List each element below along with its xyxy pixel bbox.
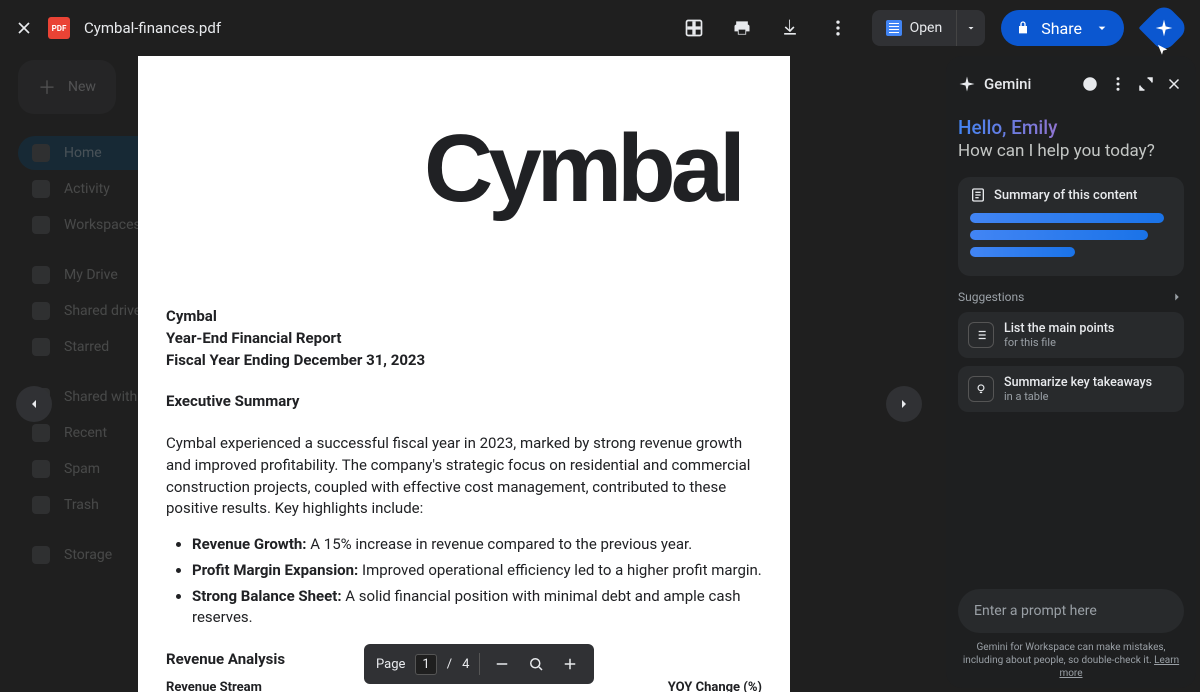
loading-bars <box>970 213 1172 257</box>
insight-icon <box>968 376 994 402</box>
prompt-input[interactable]: Enter a prompt here <box>958 589 1184 633</box>
document-logo: Cymbal <box>424 114 762 224</box>
gemini-side-panel: Gemini Hello, Emily How can I help you t… <box>946 56 1196 688</box>
page-slash: / <box>447 657 452 672</box>
doc-company: Cymbal <box>166 306 762 328</box>
list-item: Profit Margin Expansion: Improved operat… <box>192 560 762 582</box>
summary-title: Summary of this content <box>994 188 1137 203</box>
suggestion-title: List the main points <box>1004 321 1114 336</box>
suggestion-item[interactable]: List the main points for this file <box>958 312 1184 358</box>
gemini-toggle-button[interactable] <box>1139 3 1190 54</box>
page-current-input[interactable]: 1 <box>415 654 436 675</box>
file-name: Cymbal-finances.pdf <box>84 19 221 37</box>
pdf-viewer: Cymbal Cymbal Year-End Financial Report … <box>0 56 950 692</box>
open-dropdown-icon[interactable] <box>957 22 985 34</box>
summary-icon <box>970 187 986 203</box>
close-panel-icon[interactable] <box>1164 74 1184 94</box>
suggestion-item[interactable]: Summarize key takeaways in a table <box>958 366 1184 412</box>
share-label: Share <box>1041 19 1082 38</box>
page-controls: Page 1 / 4 <box>364 644 594 684</box>
print-icon[interactable] <box>722 8 762 48</box>
zoom-in-button[interactable] <box>558 652 582 676</box>
open-with-button[interactable]: Open <box>872 10 986 46</box>
list-item: Revenue Growth: A 15% increase in revenu… <box>192 534 762 556</box>
spark-icon <box>958 75 976 93</box>
doc-exec-paragraph: Cymbal experienced a successful fiscal y… <box>166 433 762 520</box>
close-icon[interactable] <box>14 18 34 38</box>
doc-title-1: Year-End Financial Report <box>166 328 762 350</box>
lock-icon <box>1015 20 1031 36</box>
chevron-down-icon[interactable] <box>1094 20 1110 36</box>
suggestion-sub: in a table <box>1004 390 1152 403</box>
suggestions-label[interactable]: Suggestions <box>958 290 1184 304</box>
topbar: PDF Cymbal-finances.pdf Open Share <box>0 0 1200 56</box>
disclaimer-text: Gemini for Workspace can make mistakes, … <box>958 641 1184 680</box>
greeting-sub: How can I help you today? <box>958 141 1184 161</box>
list-icon <box>968 322 994 348</box>
open-label: Open <box>910 20 943 36</box>
zoom-out-button[interactable] <box>490 652 514 676</box>
doc-exec-heading: Executive Summary <box>166 391 762 413</box>
docs-icon <box>886 20 902 36</box>
history-icon[interactable] <box>1080 74 1100 94</box>
prev-page-button[interactable] <box>16 386 52 422</box>
doc-title-2: Fiscal Year Ending December 31, 2023 <box>166 350 762 372</box>
next-page-button[interactable] <box>886 386 922 422</box>
gemini-title: Gemini <box>958 75 1072 93</box>
suggestion-sub: for this file <box>1004 336 1114 349</box>
summary-card[interactable]: Summary of this content <box>958 177 1184 276</box>
pdf-page: Cymbal Cymbal Year-End Financial Report … <box>138 56 790 692</box>
download-icon[interactable] <box>770 8 810 48</box>
zoom-reset-button[interactable] <box>524 652 548 676</box>
more-vert-icon[interactable] <box>1108 74 1128 94</box>
pdf-badge-icon: PDF <box>48 17 70 39</box>
list-item: Strong Balance Sheet: A solid financial … <box>192 586 762 630</box>
share-button[interactable]: Share <box>1001 10 1124 46</box>
expand-icon[interactable] <box>1136 74 1156 94</box>
more-icon[interactable] <box>818 8 858 48</box>
chevron-right-icon <box>1170 290 1184 304</box>
add-to-drive-icon[interactable] <box>674 8 714 48</box>
doc-bullet-list: Revenue Growth: A 15% increase in revenu… <box>166 534 762 629</box>
page-total: 4 <box>462 657 469 672</box>
suggestion-title: Summarize key takeaways <box>1004 375 1152 390</box>
greeting-hello: Hello, Emily <box>958 116 1184 139</box>
page-label: Page <box>376 657 405 672</box>
